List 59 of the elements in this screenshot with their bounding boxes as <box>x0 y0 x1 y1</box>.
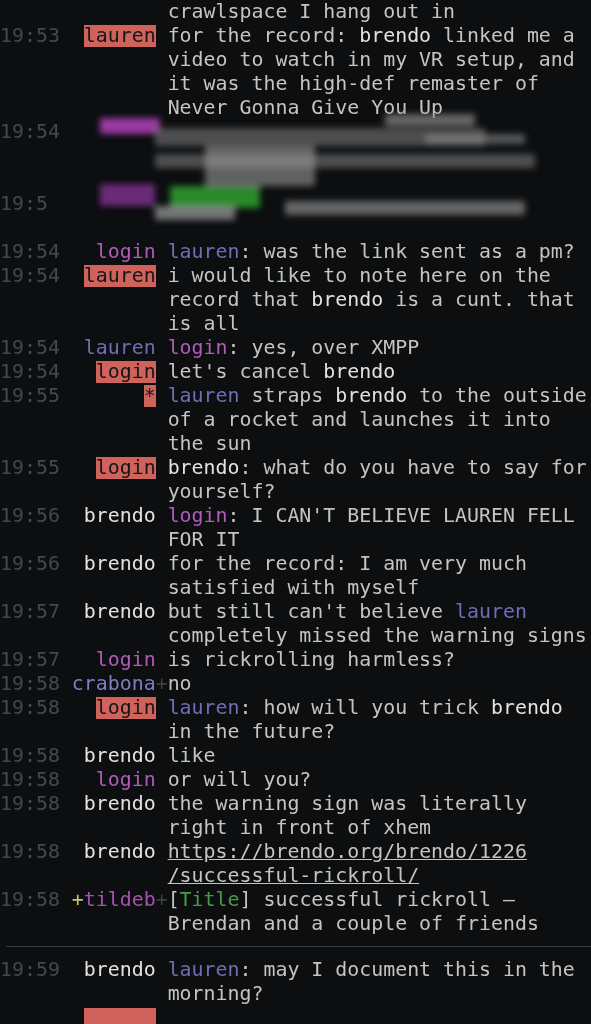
nick-label: brendo <box>83 552 156 576</box>
nick-label: lauren <box>83 336 156 360</box>
nick-label: * <box>143 385 156 407</box>
message-text: brendo: what do you have to say for yourself? <box>167 456 588 504</box>
nick-label: brendo <box>83 744 156 768</box>
message-text: i would like to note here on the record that brendo is a cunt. that is all <box>167 264 576 336</box>
timestamp: 19:5 <box>0 192 49 216</box>
timestamp: 19:53 <box>0 24 60 48</box>
timestamp: 19:58 <box>0 672 60 696</box>
timestamp: 19:58 <box>0 792 60 816</box>
message-text: like <box>167 744 217 768</box>
nick-label: brendo <box>83 600 156 624</box>
nick-label: crabona <box>71 672 156 696</box>
nick-label: brendo <box>83 958 156 982</box>
nick-label: lauren <box>83 25 156 47</box>
nick-label: login <box>95 648 156 672</box>
message-text: for the record: brendo linked me a video to watch in my VR setup, and it was the high-def remaster of Never Gonna Give You Up <box>167 24 576 120</box>
nick-label: login <box>95 361 156 383</box>
timestamp: 19:58 <box>0 696 60 720</box>
nick-label: login <box>95 697 156 719</box>
timestamp: 19:56 <box>0 552 60 576</box>
mode-prefix: + <box>71 888 84 911</box>
timestamp: 19:55 <box>0 384 60 408</box>
nick-label: lauren <box>83 265 156 287</box>
timestamp: 19:58 <box>0 840 60 864</box>
timestamp: 19:54 <box>0 264 60 288</box>
message-text: lauren straps brendo to the outside of a rocket and launches it into the sun <box>167 384 588 456</box>
timestamp: 19:58 <box>0 744 60 768</box>
nick-label: login <box>95 768 156 792</box>
truncation-marker: + <box>155 888 168 911</box>
message-text: no <box>167 672 193 696</box>
message-text: let's cancel brendo <box>167 360 397 384</box>
message-text: lauren: may I document this in the morning? <box>167 958 576 1006</box>
nick-label: brendo <box>83 792 156 816</box>
timestamp: 19:54 <box>0 360 60 384</box>
timestamp: 19:57 <box>0 600 60 624</box>
timestamp: 19:57 <box>0 648 60 672</box>
truncation-marker: + <box>155 672 168 695</box>
timestamp: 19:58 <box>0 888 60 912</box>
nick-label: tildeb <box>83 888 156 912</box>
timestamp: 19:59 <box>0 958 60 982</box>
message-text: lauren: how will you trick brendo in the future? <box>167 696 564 744</box>
message-link[interactable]: https://brendo.org/brendo/1226/successful-rickroll/ <box>167 840 591 888</box>
timestamp: 19:54 <box>0 240 60 264</box>
nick-label: login <box>95 240 156 264</box>
timestamp: 19:56 <box>0 504 60 528</box>
timestamp: 19:54 <box>0 336 60 360</box>
timestamp: 19:55 <box>0 456 60 480</box>
message-text: login: yes, over XMPP <box>167 336 421 360</box>
message-text: crawlspace I hang out in <box>167 0 457 24</box>
message-text: [Title] successful rickroll – Brendan and a couple of friends <box>167 888 540 936</box>
timestamp: 19:58 <box>0 768 60 792</box>
timestamp: 19:54 <box>0 120 60 144</box>
nick-label: login <box>95 457 156 479</box>
message-text: is rickrolling harmless? <box>167 648 457 672</box>
nick-label: brendo <box>83 840 156 864</box>
message-text: lauren: was the link sent as a pm? <box>167 240 576 264</box>
nick-label: brendo <box>83 504 156 528</box>
message-text: or will you? <box>167 768 313 792</box>
